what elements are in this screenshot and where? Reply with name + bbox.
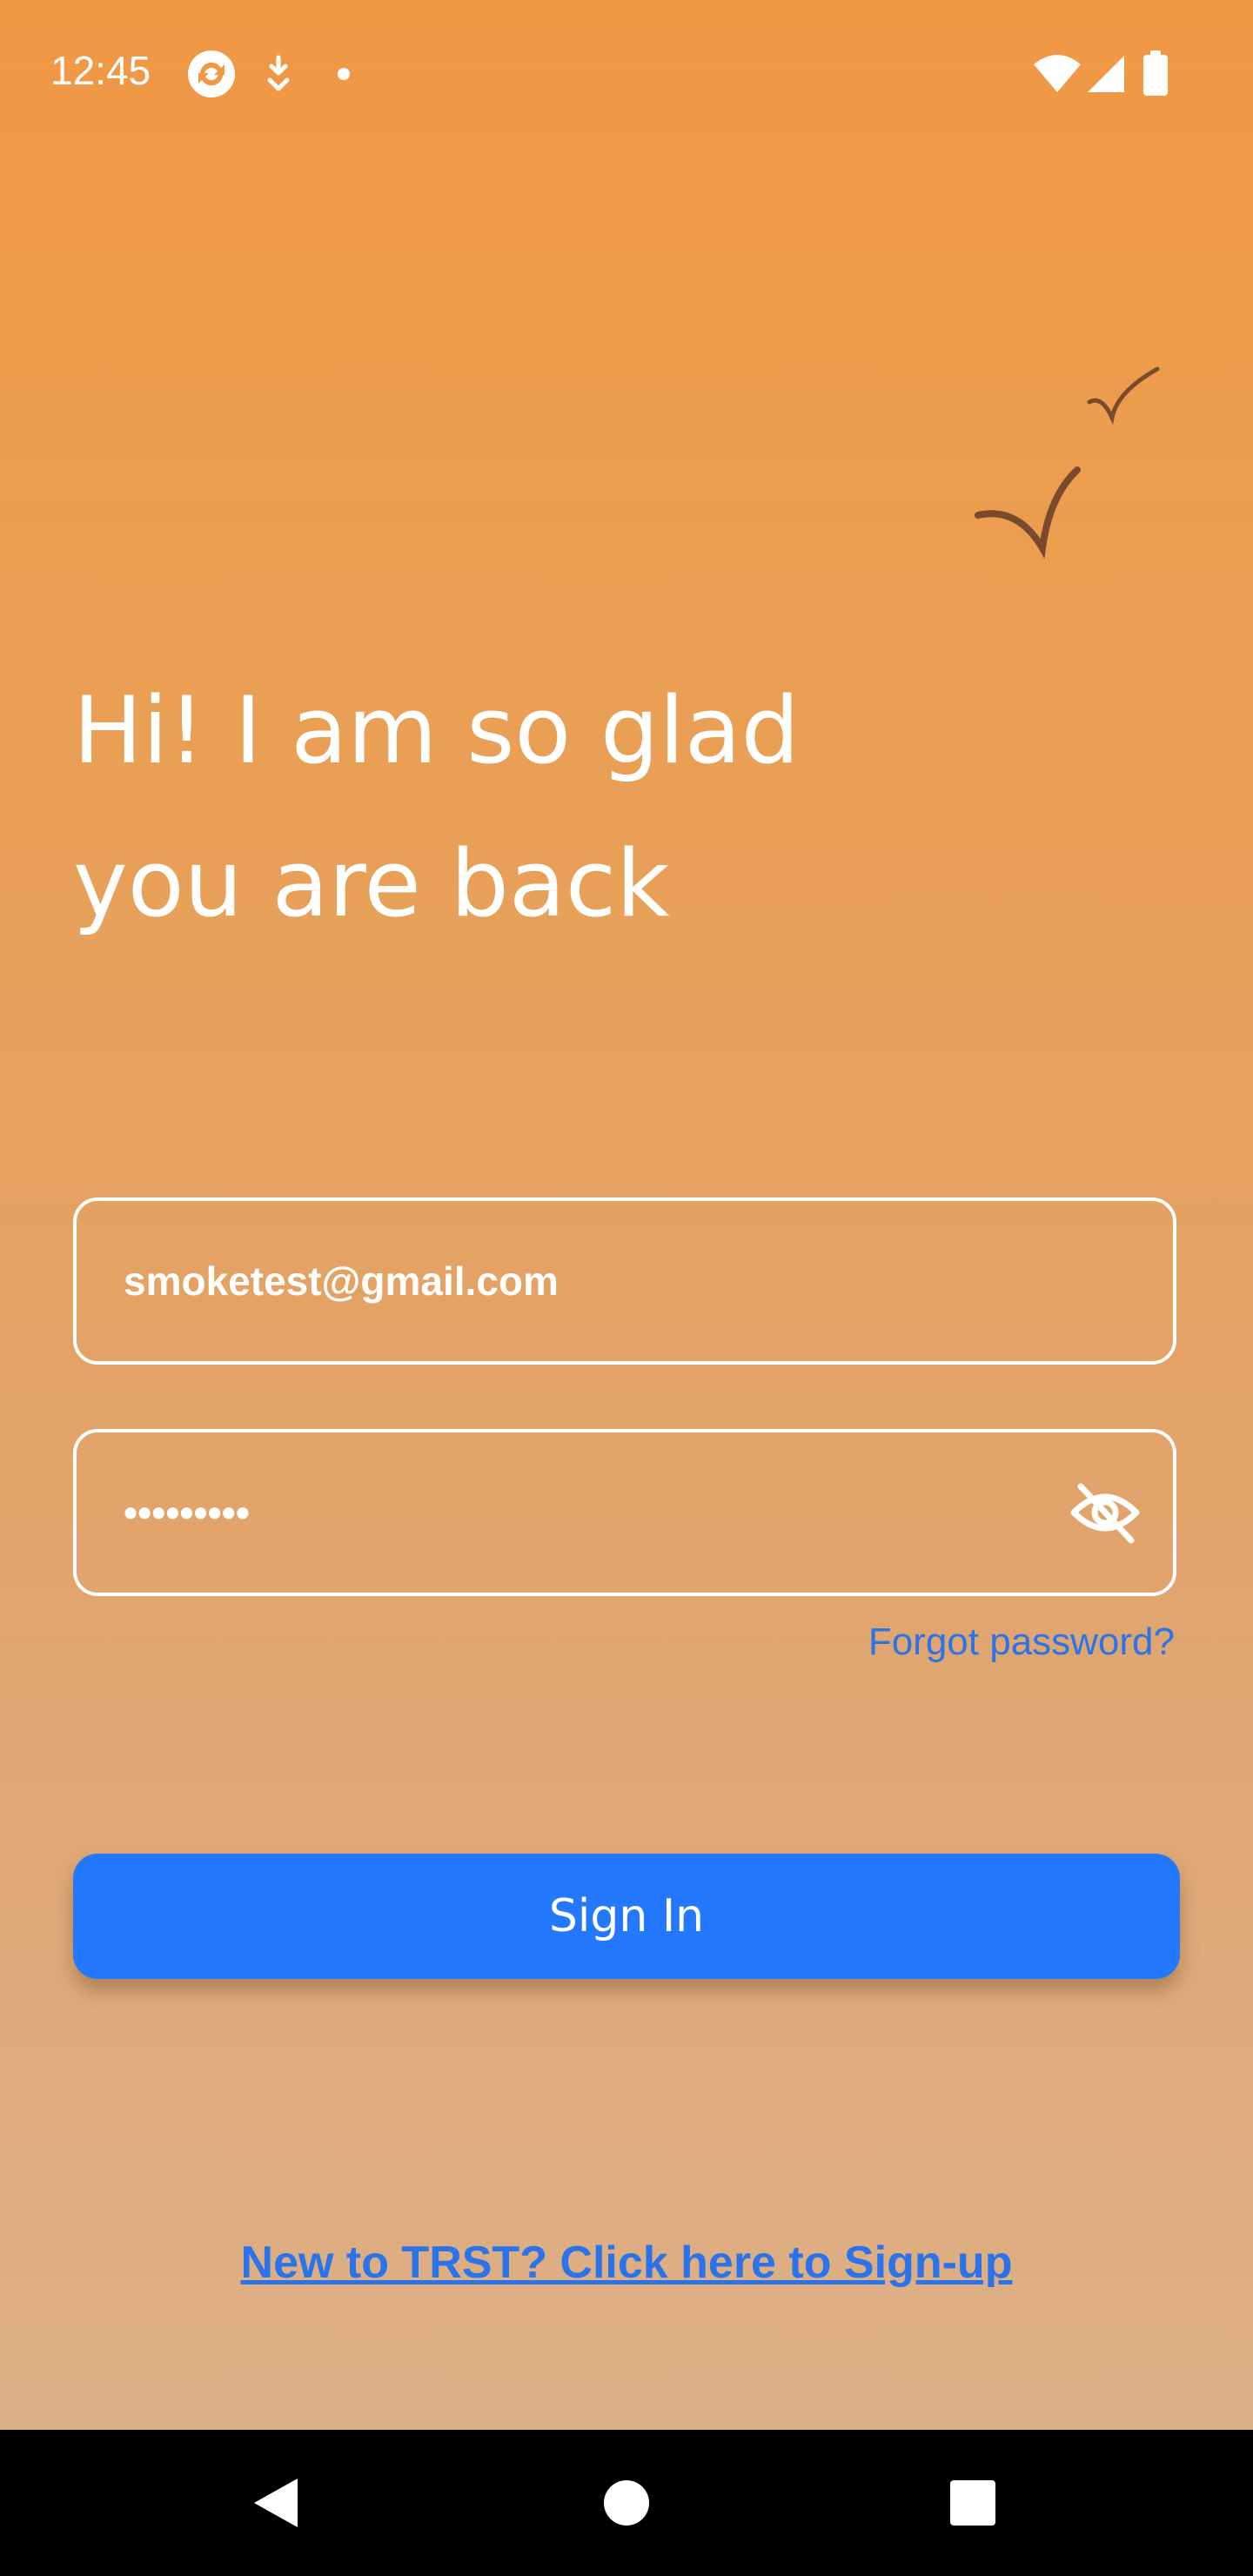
login-screen: 12:45 Hi! I am so glad you are back smok…	[0, 0, 1253, 2576]
email-field[interactable]	[73, 1197, 1176, 1365]
cellular-signal-icon	[1088, 56, 1124, 92]
sign-in-button[interactable]: Sign In	[73, 1854, 1180, 1979]
email-input[interactable]	[124, 1201, 1063, 1361]
greeting-line-2: you are back	[73, 830, 670, 937]
dot-notification-icon	[338, 68, 350, 80]
back-triangle-icon[interactable]	[233, 2459, 320, 2546]
birds-illustration	[975, 366, 1160, 560]
recents-square-icon[interactable]	[929, 2459, 1016, 2546]
wifi-icon	[1034, 55, 1081, 92]
navigation-bar	[0, 2430, 1253, 2576]
sign-in-label: Sign In	[548, 1890, 705, 1942]
eye-off-icon[interactable]	[1069, 1476, 1142, 1549]
sign-up-link[interactable]: New to TRST? Click here to Sign-up	[0, 2237, 1253, 2289]
download-notification-icon	[267, 55, 290, 91]
greeting-line-1: Hi! I am so glad	[73, 677, 800, 784]
sync-app-icon	[188, 50, 235, 97]
greeting-heading: Hi! I am so glad you are back	[73, 654, 1030, 961]
battery-icon	[1143, 50, 1168, 96]
password-input[interactable]	[124, 1432, 1063, 1593]
password-field[interactable]	[73, 1429, 1176, 1596]
home-circle-icon[interactable]	[583, 2459, 670, 2546]
status-bar: 12:45	[0, 0, 1253, 148]
forgot-password-link[interactable]: Forgot password?	[868, 1620, 1175, 1664]
status-time: 12:45	[50, 48, 151, 93]
